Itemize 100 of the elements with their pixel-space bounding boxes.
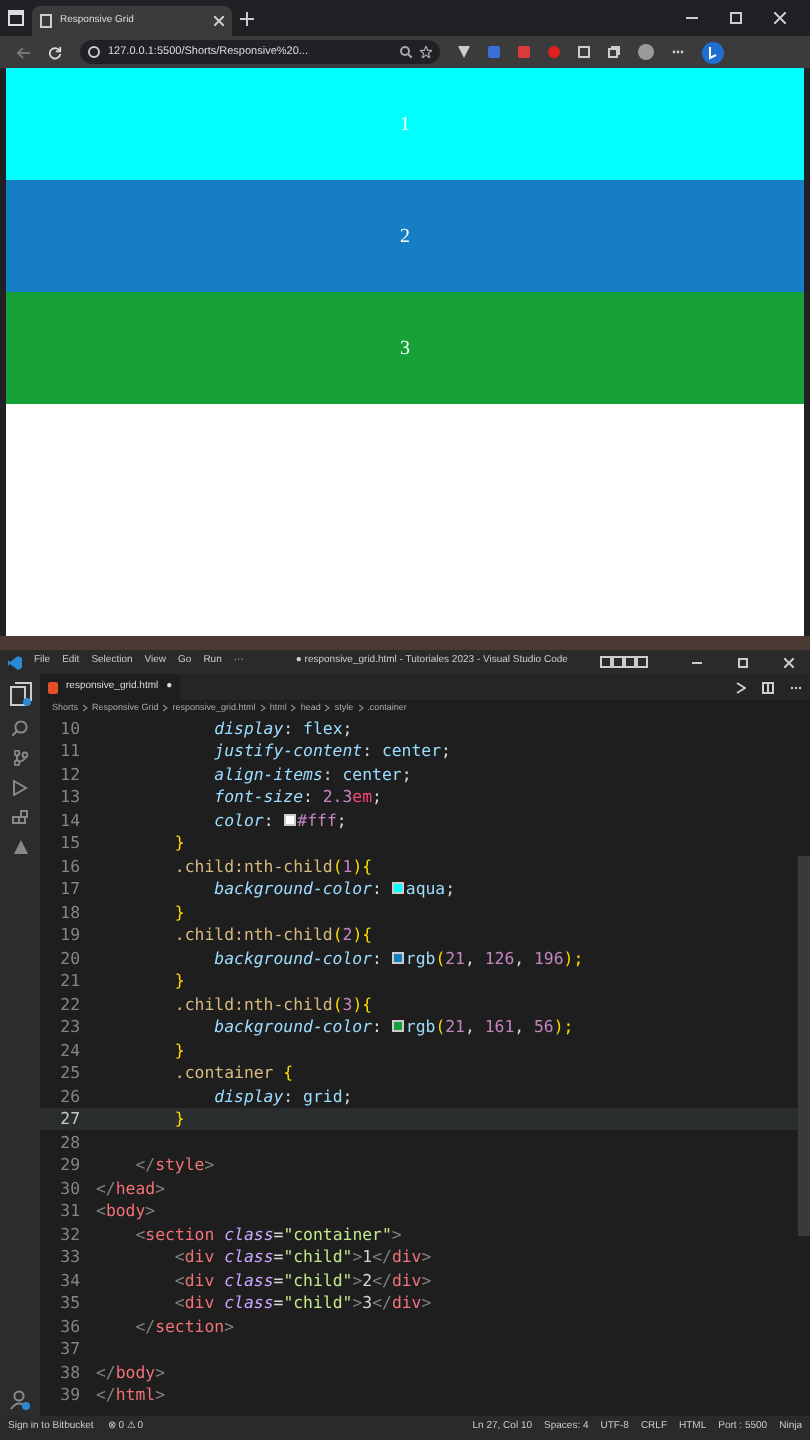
files-icon[interactable] — [9, 682, 31, 706]
extensions-icon[interactable] — [12, 810, 28, 826]
code-line: justify-content: center; — [212, 738, 451, 763]
new-tab-icon[interactable] — [240, 11, 254, 25]
chevron-icon — [290, 704, 297, 712]
code-line: .child:nth-child(1){ — [172, 853, 373, 878]
reload-icon[interactable] — [48, 45, 62, 59]
code-line: <div class="child">2</div> — [172, 1267, 432, 1292]
avatar-icon[interactable] — [638, 44, 654, 60]
code-line: background-color: rgb(21, 126, 196); — [212, 945, 584, 970]
branch-icon[interactable] — [13, 750, 27, 766]
line-number: 23 — [58, 1014, 82, 1039]
minimize-icon[interactable] — [692, 657, 702, 667]
code-line: <div class="child">3</div> — [172, 1290, 432, 1315]
tab-actions-icon[interactable] — [8, 10, 24, 26]
close-icon[interactable] — [774, 12, 786, 24]
extension-icon[interactable] — [458, 46, 470, 58]
code-line: } — [172, 968, 185, 993]
chevron-icon — [82, 704, 89, 712]
color-swatch[interactable] — [391, 951, 404, 964]
collections-icon[interactable] — [608, 46, 620, 58]
line-number: 32 — [58, 1221, 82, 1246]
code-line: </html> — [96, 1382, 166, 1407]
line-number: 26 — [58, 1083, 82, 1108]
cell-number: 2 — [400, 223, 410, 251]
line-number: 35 — [58, 1290, 82, 1315]
search-icon[interactable] — [12, 720, 28, 736]
code-line: <div class="child">1</div> — [172, 1244, 432, 1269]
run-debug-icon[interactable] — [12, 780, 28, 796]
run-icon[interactable] — [736, 681, 746, 693]
line-number: 30 — [58, 1175, 82, 1200]
code-line: color: #fff; — [212, 807, 347, 832]
line-number: 25 — [58, 1060, 82, 1085]
app-logo-icon — [8, 655, 22, 669]
code-line: .container { — [172, 1060, 294, 1085]
line-number: 27 — [58, 1106, 82, 1131]
zoom-icon[interactable] — [400, 46, 412, 58]
triangle-icon[interactable] — [13, 840, 27, 854]
line-number: 18 — [58, 899, 82, 924]
code-line: } — [172, 899, 185, 924]
line-number: 17 — [58, 876, 82, 901]
line-number: 10 — [58, 716, 82, 740]
close-icon[interactable] — [214, 16, 224, 26]
code-line: </head> — [96, 1175, 166, 1200]
line-number: 19 — [58, 922, 82, 947]
back-icon[interactable] — [16, 45, 30, 59]
line-number: 29 — [58, 1152, 82, 1177]
code-line: background-color: aqua; — [212, 876, 456, 901]
split-editor-icon[interactable] — [762, 681, 774, 693]
line-number: 33 — [58, 1244, 82, 1269]
code-line: } — [172, 1037, 185, 1062]
code-line: font-size: 2.3em; — [212, 784, 382, 809]
code-line: } — [172, 1106, 185, 1131]
chevron-icon — [259, 704, 266, 712]
copilot-icon[interactable] — [702, 41, 724, 63]
code-line: </section> — [133, 1313, 235, 1338]
color-swatch[interactable] — [391, 882, 404, 895]
line-number: 14 — [58, 807, 82, 832]
line-number: 22 — [58, 991, 82, 1016]
close-icon[interactable] — [784, 657, 794, 667]
code-line: .child:nth-child(2){ — [172, 922, 373, 947]
layout-icon[interactable] — [600, 656, 648, 668]
chevron-icon — [162, 704, 169, 712]
scrollbar[interactable] — [798, 856, 810, 1236]
favorites-icon[interactable] — [578, 46, 590, 58]
cell-number: 1 — [400, 111, 410, 139]
line-number: 16 — [58, 853, 82, 878]
info-icon — [88, 46, 100, 58]
color-swatch[interactable] — [283, 813, 296, 826]
line-number: 21 — [58, 968, 82, 993]
minimize-icon[interactable] — [686, 12, 698, 24]
code-line: align-items: center; — [212, 761, 412, 786]
code-line: <body> — [96, 1198, 156, 1223]
cell-number: 3 — [400, 335, 410, 363]
line-number: 31 — [58, 1198, 82, 1223]
code-line: display: flex; — [212, 716, 353, 740]
chevron-icon — [357, 704, 364, 712]
line-number: 28 — [58, 1129, 82, 1154]
line-number: 39 — [58, 1382, 82, 1407]
color-swatch[interactable] — [391, 1020, 404, 1033]
account-icon[interactable] — [10, 1390, 30, 1410]
code-line: <section class="container"> — [133, 1221, 402, 1246]
line-number: 34 — [58, 1267, 82, 1292]
html-file-icon — [48, 681, 58, 693]
maximize-icon[interactable] — [738, 657, 748, 667]
line-number: 15 — [58, 830, 82, 855]
line-number: 36 — [58, 1313, 82, 1338]
line-number: 37 — [58, 1336, 82, 1361]
star-icon[interactable] — [420, 46, 432, 58]
code-line: </body> — [96, 1359, 166, 1384]
page-icon — [40, 14, 52, 28]
line-number: 12 — [58, 761, 82, 786]
code-line: } — [172, 830, 185, 855]
code-line: </style> — [133, 1152, 215, 1177]
code-line: display: grid; — [212, 1083, 353, 1108]
code-line: background-color: rgb(21, 161, 56); — [212, 1014, 574, 1039]
chevron-icon — [324, 704, 331, 712]
maximize-icon[interactable] — [730, 12, 742, 24]
line-number: 13 — [58, 784, 82, 809]
line-number: 24 — [58, 1037, 82, 1062]
